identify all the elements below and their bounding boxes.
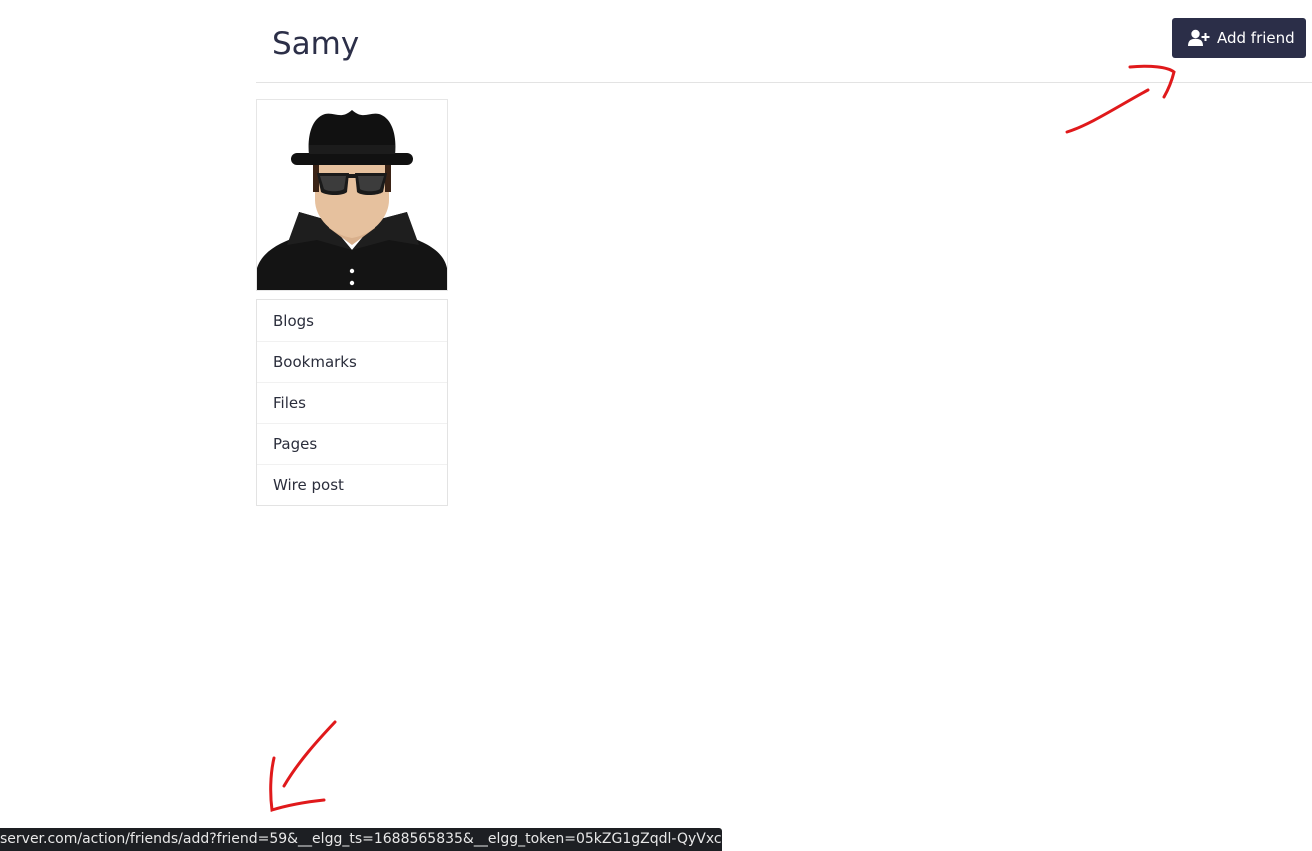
arrow-to-status xyxy=(282,720,337,788)
page-title: Samy xyxy=(272,26,360,62)
user-plus-icon xyxy=(1188,29,1210,47)
menu-item-wire-post[interactable]: Wire post xyxy=(257,464,447,505)
arrow-to-status-head xyxy=(269,756,326,812)
avatar[interactable] xyxy=(256,99,448,291)
arrow-to-button xyxy=(1065,88,1150,134)
owner-block-menu: Blogs Bookmarks Files Pages Wire post xyxy=(256,299,448,506)
menu-item-bookmarks[interactable]: Bookmarks xyxy=(257,341,447,382)
spy-avatar-icon xyxy=(257,110,447,290)
menu-item-blogs[interactable]: Blogs xyxy=(257,300,447,341)
status-bar-url: server.com/action/friends/add?friend=59&… xyxy=(0,828,722,851)
annotation-arrows xyxy=(269,64,1176,812)
menu-item-pages[interactable]: Pages xyxy=(257,423,447,464)
menu-item-files[interactable]: Files xyxy=(257,382,447,423)
profile-header: Samy Add friend xyxy=(256,0,1312,83)
add-friend-button[interactable]: Add friend xyxy=(1172,18,1306,58)
add-friend-label: Add friend xyxy=(1217,29,1295,47)
